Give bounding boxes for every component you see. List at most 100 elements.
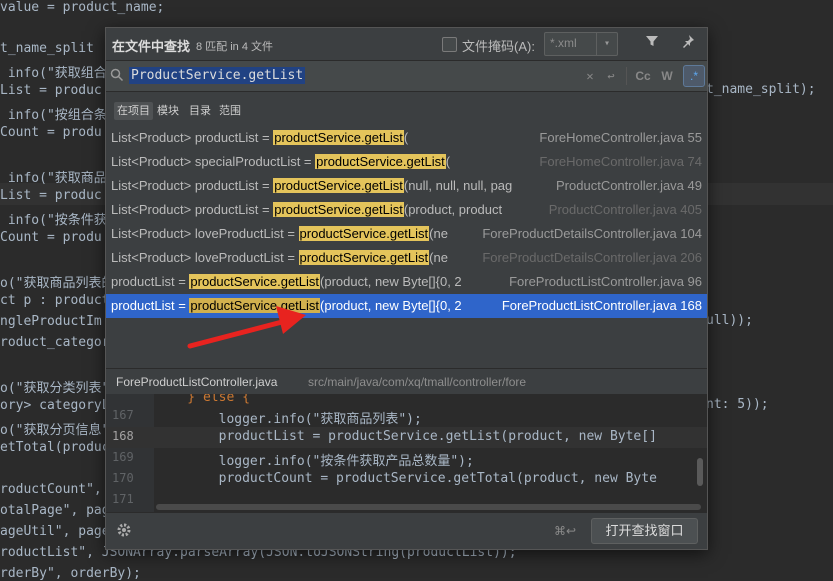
result-row[interactable]: List<Product> loveProductList = productS… (106, 246, 707, 270)
result-prefix: productList = (111, 274, 190, 289)
result-file: ForeProductDetailsController.java 206 (478, 250, 702, 265)
pin-icon[interactable] (678, 34, 698, 54)
filter-icon[interactable] (642, 34, 662, 54)
popup-title: 在文件中查找 (112, 39, 191, 54)
result-code: productList = productService.getList(pro… (111, 274, 462, 289)
result-match: productService.getList (189, 274, 321, 289)
editor-line: info("获取组合 (0, 66, 107, 81)
preview-line: 169 logger.info("按条件获取产品总数量"); (106, 448, 707, 469)
scope-tab[interactable]: 范围 (216, 102, 244, 120)
line-number: 170 (112, 471, 134, 485)
editor-line: roductCount", (0, 482, 102, 497)
result-suffix: ( (445, 154, 451, 169)
result-suffix: (null, null, null, pag (403, 178, 513, 193)
open-find-window-button[interactable]: 打开查找窗口 (591, 518, 698, 544)
file-mask-combo[interactable]: *.xml ▾ (544, 32, 618, 56)
result-file: ForeProductDetailsController.java 104 (478, 226, 702, 241)
popup-footer: ⌘↩ 打开查找窗口 (106, 512, 707, 550)
whole-words-icon[interactable]: W (658, 67, 676, 85)
search-input[interactable]: ProductService.getList (129, 67, 306, 84)
editor-line: otalPage", pag (0, 503, 110, 518)
result-code: List<Product> specialProductList = produ… (111, 154, 450, 169)
preview-line: 170 productCount = productService.getTot… (106, 469, 707, 490)
result-row[interactable]: List<Product> specialProductList = produ… (106, 150, 707, 174)
result-file: ForeHomeController.java 55 (535, 130, 702, 145)
result-match: productService.getList (298, 226, 430, 241)
editor-line: ory> categoryL (0, 398, 110, 413)
preview-code: } else { (156, 394, 250, 405)
preview-file-path: src/main/java/com/xq/tmall/controller/fo… (308, 375, 527, 389)
result-suffix: ( (403, 130, 409, 145)
editor-line: value = product_name; (0, 0, 165, 15)
gear-icon[interactable] (116, 522, 132, 542)
toolbar-divider (626, 67, 627, 85)
scope-tabs: 在项目 模块 目录 范围 (106, 98, 707, 124)
result-prefix: List<Product> productList = (111, 130, 274, 145)
editor-line: o("获取分类列表" (0, 381, 110, 396)
editor-line: ageUtil", page (0, 524, 110, 539)
result-file: ForeHomeController.java 74 (535, 154, 702, 169)
result-prefix: productList = (111, 298, 190, 313)
editor-line: List = produc (0, 188, 102, 203)
search-row: ProductService.getList ✕ ↩ Cc W .* (106, 60, 707, 92)
result-prefix: List<Product> productList = (111, 202, 274, 217)
result-match: productService.getList (273, 178, 404, 193)
file-mask-value: *.xml (550, 36, 577, 50)
result-code: productList = productService.getList(pro… (111, 298, 462, 313)
result-prefix: List<Product> loveProductList = (111, 226, 299, 241)
result-row[interactable]: List<Product> loveProductList = productS… (106, 222, 707, 246)
line-number: 168 (112, 429, 134, 443)
editor-line-tail: ull)); (706, 313, 753, 328)
popup-header: 在文件中查找 8 匹配 in 4 文件 文件掩码(A): *.xml ▾ (106, 28, 707, 60)
clear-icon[interactable]: ✕ (584, 67, 596, 85)
editor-line: info("获取商品 (0, 171, 107, 186)
result-prefix: List<Product> productList = (111, 178, 274, 193)
result-suffix: (ne (429, 250, 448, 265)
result-row[interactable]: productList = productService.getList(pro… (106, 294, 707, 318)
preview-code: productCount = productService.getTotal(p… (156, 471, 657, 486)
result-match: productService.getList (298, 250, 430, 265)
result-match: productService.getList (273, 130, 404, 145)
result-suffix: (product, product (403, 202, 503, 217)
result-match: productService.getList (315, 154, 446, 169)
result-row[interactable]: productList = productService.getList(pro… (106, 270, 707, 294)
code-preview[interactable]: } else {167 logger.info("获取商品列表"); 168 pr… (106, 394, 707, 512)
new-line-icon[interactable]: ↩ (604, 67, 618, 85)
editor-line: rderBy", orderBy); (0, 566, 141, 581)
match-count: 8 匹配 in 4 文件 (196, 41, 274, 53)
editor-line: o("获取分页信息" (0, 423, 110, 438)
line-number: 171 (112, 492, 134, 506)
file-mask-checkbox[interactable] (442, 37, 457, 52)
editor-line: etTotal(produc (0, 440, 110, 455)
result-file: ProductController.java 49 (552, 178, 702, 193)
editor-line-tail: nt: 5)); (706, 397, 769, 412)
result-prefix: List<Product> specialProductList = (111, 154, 316, 169)
result-code: List<Product> loveProductList = productS… (111, 250, 448, 265)
editor-line: roduct_categor (0, 335, 110, 350)
result-row[interactable]: List<Product> productList = productServi… (106, 126, 707, 150)
preview-file-name: ForeProductListController.java (116, 375, 278, 389)
horizontal-scrollbar[interactable] (156, 504, 701, 510)
search-icon[interactable] (110, 68, 124, 86)
editor-line: Count = produ (0, 230, 102, 245)
editor-line: info("按条件获 (0, 213, 107, 228)
scope-tab[interactable]: 在项目 (114, 102, 153, 120)
shortcut-hint: ⌘↩ (554, 524, 577, 538)
result-code: List<Product> loveProductList = productS… (111, 226, 448, 241)
preview-line: 167 logger.info("获取商品列表"); (106, 406, 707, 427)
result-file: ForeProductListController.java 168 (497, 298, 702, 313)
result-match: productService.getList (273, 202, 404, 217)
chevron-down-icon[interactable]: ▾ (596, 33, 617, 55)
vertical-scrollbar[interactable] (697, 458, 703, 486)
scope-tab[interactable]: 模块 (154, 102, 182, 120)
result-row[interactable]: List<Product> productList = productServi… (106, 174, 707, 198)
find-in-files-popup: 在文件中查找 8 匹配 in 4 文件 文件掩码(A): *.xml ▾ Pro… (105, 27, 708, 550)
preview-code: productList = productService.getList(pro… (156, 429, 657, 444)
result-row[interactable]: List<Product> productList = productServi… (106, 198, 707, 222)
result-suffix: (product, new Byte[]{0, 2 (320, 298, 462, 313)
scope-tab[interactable]: 目录 (186, 102, 214, 120)
match-case-icon[interactable]: Cc (634, 67, 652, 85)
result-prefix: List<Product> loveProductList = (111, 250, 299, 265)
editor-line: List = produc (0, 83, 102, 98)
regex-toggle-icon[interactable]: .* (683, 65, 705, 87)
